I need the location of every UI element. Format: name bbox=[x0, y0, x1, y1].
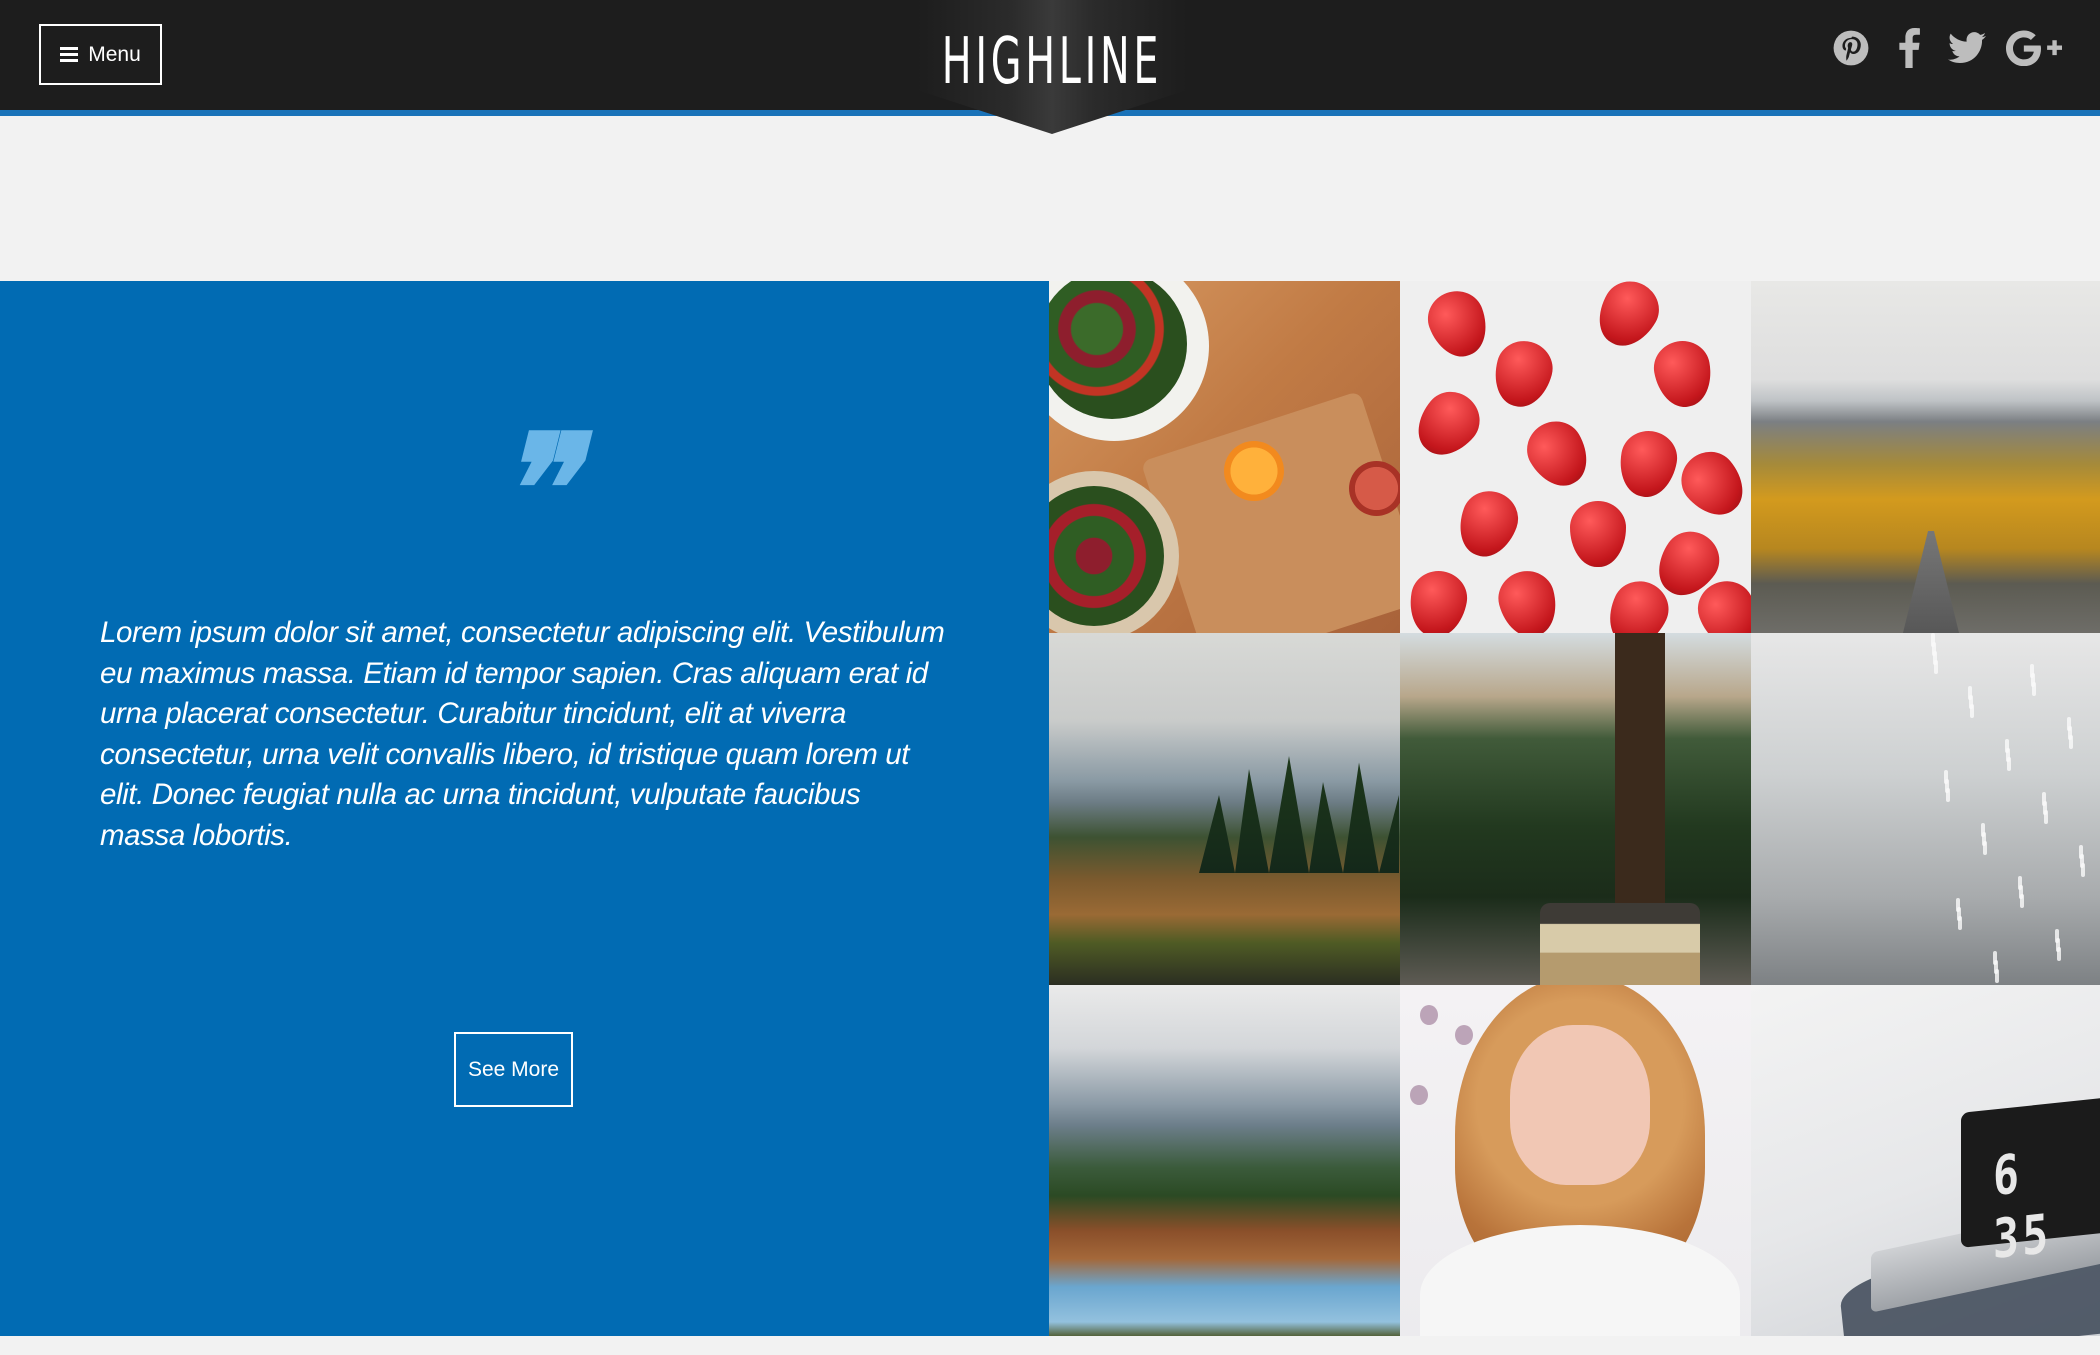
social-links bbox=[1832, 28, 2062, 68]
google-plus-icon[interactable] bbox=[2006, 28, 2062, 68]
strawberries-photo[interactable] bbox=[1400, 281, 1751, 633]
woman-hands-photo[interactable] bbox=[1400, 985, 1751, 1336]
see-more-button[interactable]: See More bbox=[454, 1032, 573, 1107]
menu-button[interactable]: Menu bbox=[39, 24, 162, 85]
rain-photo[interactable] bbox=[1751, 633, 2100, 985]
quote-icon: ❞ bbox=[494, 402, 576, 578]
pinterest-icon[interactable] bbox=[1832, 28, 1870, 68]
forest-van-photo[interactable] bbox=[1400, 633, 1751, 985]
laptop-bed-photo[interactable]: 6 35 bbox=[1751, 985, 2100, 1336]
salad-photo[interactable] bbox=[1049, 281, 1400, 633]
mountain-road-photo[interactable] bbox=[1751, 281, 2100, 633]
quote-text: Lorem ipsum dolor sit amet, consectetur … bbox=[100, 616, 945, 852]
mountain-lake-photo[interactable] bbox=[1049, 985, 1400, 1336]
site-logo[interactable]: HIGH LINE bbox=[942, 22, 1159, 102]
hiker-photo[interactable] bbox=[1049, 633, 1400, 985]
menu-button-label: Menu bbox=[88, 42, 141, 66]
clock-display: 6 35 bbox=[1993, 1141, 2052, 1272]
logo-word-line: LINE bbox=[1058, 25, 1163, 99]
logo-word-high: HIGH bbox=[941, 25, 1059, 99]
photo-gallery: 6 35 bbox=[1049, 281, 2100, 1336]
facebook-icon[interactable] bbox=[1890, 28, 1928, 68]
twitter-icon[interactable] bbox=[1948, 28, 1986, 68]
page-bottom bbox=[0, 1336, 2100, 1355]
hamburger-icon bbox=[60, 44, 79, 65]
